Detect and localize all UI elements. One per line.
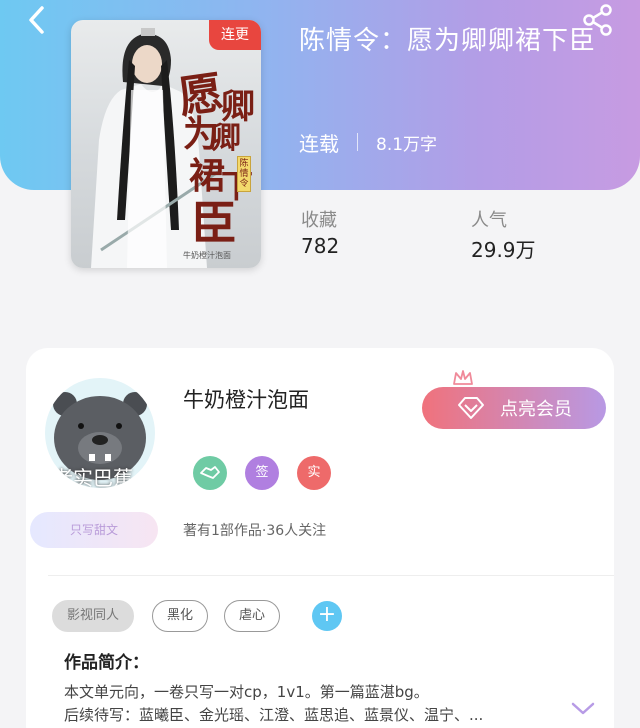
handshake-icon bbox=[200, 466, 220, 479]
intro-title: 作品简介： bbox=[64, 653, 149, 673]
cover-update-badge: 连更 bbox=[209, 20, 261, 50]
intro-line: 本文单元向，一卷只写一对cp，1v1。第一篇蓝湛bg。 bbox=[64, 683, 429, 701]
cover-title-char: 卿 bbox=[221, 87, 255, 127]
cover-title-char: 裙 bbox=[189, 155, 226, 197]
author-name[interactable]: 牛奶橙汁泡面 bbox=[183, 384, 309, 414]
book-status: 连载 bbox=[299, 131, 339, 156]
avatar-tag: 只写甜文 bbox=[30, 512, 158, 548]
add-tag-button[interactable]: + bbox=[312, 601, 342, 631]
book-meta: 连载 8.1万字 bbox=[299, 128, 437, 156]
avatar-caption: 老实巴蕉 bbox=[53, 466, 133, 488]
popularity-value: 29.9万 bbox=[471, 238, 536, 262]
vip-button[interactable]: 点亮会员 bbox=[422, 387, 606, 429]
chevron-down-icon[interactable] bbox=[570, 700, 596, 718]
meta-divider bbox=[357, 133, 358, 151]
handshake-badge[interactable] bbox=[193, 456, 227, 490]
favorites-label: 收藏 bbox=[301, 210, 337, 231]
vip-button-label: 点亮会员 bbox=[500, 399, 572, 420]
intro-line: 后续待写：蓝曦臣、金光瑶、江澄、蓝思追、蓝景仪、温宁、... bbox=[64, 706, 484, 724]
author-stats: 著有1部作品·36人关注 bbox=[183, 523, 327, 539]
crown-icon bbox=[453, 370, 473, 385]
divider bbox=[48, 575, 614, 576]
word-count: 8.1万字 bbox=[376, 134, 438, 155]
verified-badge[interactable]: 实 bbox=[297, 456, 331, 490]
diamond-icon bbox=[458, 397, 484, 419]
back-arrow-icon[interactable] bbox=[22, 4, 54, 36]
book-cover[interactable]: 连更 愿 为 卿 卿 裙 下 臣 陈情令 牛奶橙汁泡面 bbox=[71, 20, 261, 268]
cover-side-label: 陈情令 bbox=[237, 156, 251, 192]
favorites-value: 782 bbox=[301, 234, 340, 258]
avatar[interactable]: 老实巴蕉 bbox=[45, 378, 155, 488]
cover-author: 牛奶橙汁泡面 bbox=[183, 251, 231, 260]
intro-text: 本文单元向，一卷只写一对cp，1v1。第一篇蓝湛bg。 后续待写：蓝曦臣、金光瑶… bbox=[64, 681, 554, 727]
cover-title-char: 卿 bbox=[211, 121, 241, 156]
tag-chip[interactable]: 影视同人 bbox=[52, 600, 134, 632]
cover-title-char: 臣 bbox=[191, 196, 237, 250]
book-title: 陈情令：愿为卿卿裙下臣 bbox=[299, 26, 597, 56]
signed-badge[interactable]: 签 bbox=[245, 456, 279, 490]
tag-chip[interactable]: 虐心 bbox=[224, 600, 280, 632]
popularity-label: 人气 bbox=[471, 210, 507, 231]
tag-chip[interactable]: 黑化 bbox=[152, 600, 208, 632]
